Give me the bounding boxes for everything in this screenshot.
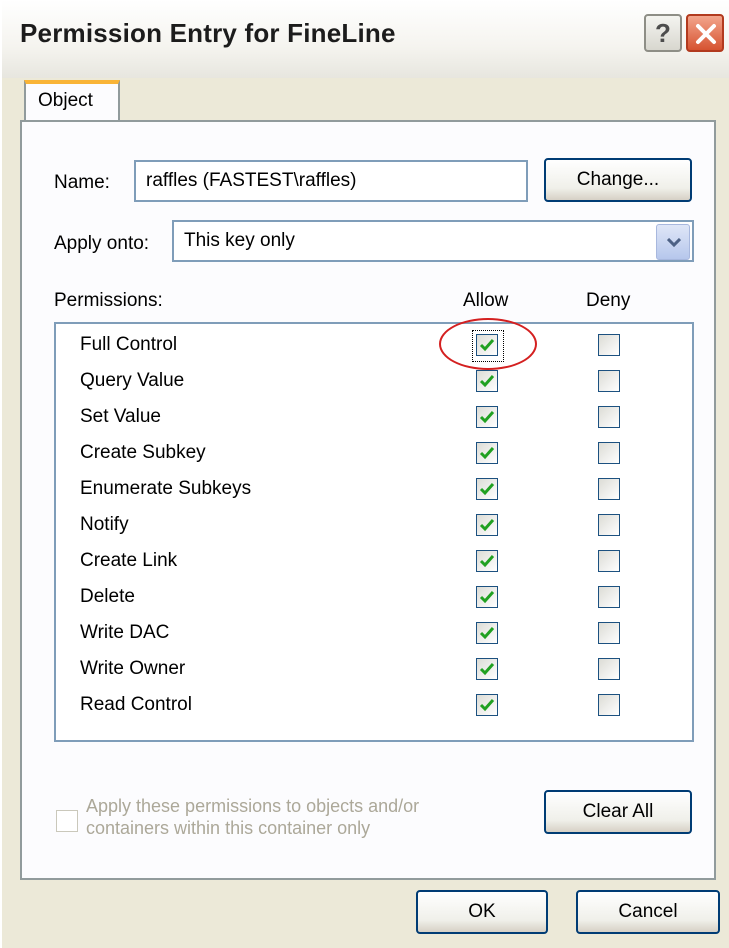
perm-label-read-control: Read Control xyxy=(80,694,192,715)
checkmark-icon xyxy=(479,483,495,496)
allow-checkbox-write-dac[interactable] xyxy=(476,622,498,644)
help-icon: ? xyxy=(655,18,671,48)
apply-onto-label: Apply onto: xyxy=(54,233,150,254)
title-bar[interactable]: Permission Entry for FineLine ? xyxy=(2,0,729,78)
deny-checkbox-create-link[interactable] xyxy=(598,550,620,572)
perm-label-create-subkey: Create Subkey xyxy=(80,442,206,463)
checkmark-icon xyxy=(479,375,495,388)
deny-checkbox-delete[interactable] xyxy=(598,586,620,608)
chevron-down-icon xyxy=(667,238,681,248)
checkmark-icon xyxy=(479,447,495,460)
ok-button-label: OK xyxy=(468,901,496,922)
perm-label-query-value: Query Value xyxy=(80,370,185,391)
deny-checkbox-read-control[interactable] xyxy=(598,694,620,716)
clear-all-button-label: Clear All xyxy=(582,801,654,822)
allow-checkbox-set-value[interactable] xyxy=(476,406,498,428)
allow-checkbox-write-owner[interactable] xyxy=(476,658,498,680)
checkmark-icon xyxy=(479,519,495,532)
close-button[interactable] xyxy=(686,14,724,52)
checkmark-icon xyxy=(479,555,495,568)
checkmark-icon xyxy=(479,699,495,712)
perm-label-set-value: Set Value xyxy=(80,406,161,427)
deny-checkbox-notify[interactable] xyxy=(598,514,620,536)
apply-onto-value: This key only xyxy=(184,230,295,251)
checkmark-icon xyxy=(479,627,495,640)
dropdown-arrow-button[interactable] xyxy=(656,224,690,260)
cancel-button-label: Cancel xyxy=(618,901,678,922)
deny-checkbox-set-value[interactable] xyxy=(598,406,620,428)
perm-label-notify: Notify xyxy=(80,514,129,535)
clear-all-button[interactable]: Clear All xyxy=(544,790,692,834)
deny-checkbox-full-control[interactable] xyxy=(598,334,620,356)
apply-to-children-label-line2: containers within this container only xyxy=(86,818,371,838)
perm-label-delete: Delete xyxy=(80,586,135,607)
help-button[interactable]: ? xyxy=(644,14,682,52)
apply-onto-dropdown[interactable]: This key only xyxy=(172,220,694,262)
tab-object[interactable]: Object xyxy=(24,80,120,122)
deny-checkbox-create-subkey[interactable] xyxy=(598,442,620,464)
apply-to-children-label-line1: Apply these permissions to objects and/o… xyxy=(86,796,420,816)
allow-checkbox-query-value[interactable] xyxy=(476,370,498,392)
deny-checkbox-query-value[interactable] xyxy=(598,370,620,392)
perm-label-create-link: Create Link xyxy=(80,550,178,571)
checkmark-icon xyxy=(479,411,495,424)
name-label: Name: xyxy=(54,172,110,193)
perm-label-full-control: Full Control xyxy=(80,334,178,355)
deny-checkbox-enumerate-subkeys[interactable] xyxy=(598,478,620,500)
allow-column-header: Allow xyxy=(463,290,509,311)
tab-object-label: Object xyxy=(38,90,93,111)
change-button-label: Change... xyxy=(576,169,660,190)
cancel-button[interactable]: Cancel xyxy=(576,890,720,934)
name-field[interactable]: raffles (FASTEST\raffles) xyxy=(134,160,528,202)
ok-button[interactable]: OK xyxy=(416,890,548,934)
allow-checkbox-delete[interactable] xyxy=(476,586,498,608)
close-icon xyxy=(696,24,716,44)
dialog-title: Permission Entry for FineLine xyxy=(20,18,396,48)
allow-checkbox-create-subkey[interactable] xyxy=(476,442,498,464)
allow-checkbox-read-control[interactable] xyxy=(476,694,498,716)
deny-checkbox-write-dac[interactable] xyxy=(598,622,620,644)
permissions-header: Permissions: xyxy=(54,290,163,311)
permission-entry-dialog: Permission Entry for FineLine ? Object N… xyxy=(2,0,729,948)
checkmark-icon xyxy=(479,663,495,676)
allow-checkbox-create-link[interactable] xyxy=(476,550,498,572)
perm-label-write-owner: Write Owner xyxy=(80,658,186,679)
allow-checkbox-notify[interactable] xyxy=(476,514,498,536)
deny-column-header: Deny xyxy=(586,290,631,311)
apply-to-children-checkbox[interactable] xyxy=(56,810,78,832)
perm-label-write-dac: Write DAC xyxy=(80,622,170,643)
name-value: raffles (FASTEST\raffles) xyxy=(146,170,357,191)
deny-checkbox-write-owner[interactable] xyxy=(598,658,620,680)
change-button[interactable]: Change... xyxy=(544,158,692,202)
highlight-annotation-circle xyxy=(439,318,537,370)
checkmark-icon xyxy=(479,591,495,604)
perm-label-enumerate-subkeys: Enumerate Subkeys xyxy=(80,478,252,499)
allow-checkbox-enumerate-subkeys[interactable] xyxy=(476,478,498,500)
